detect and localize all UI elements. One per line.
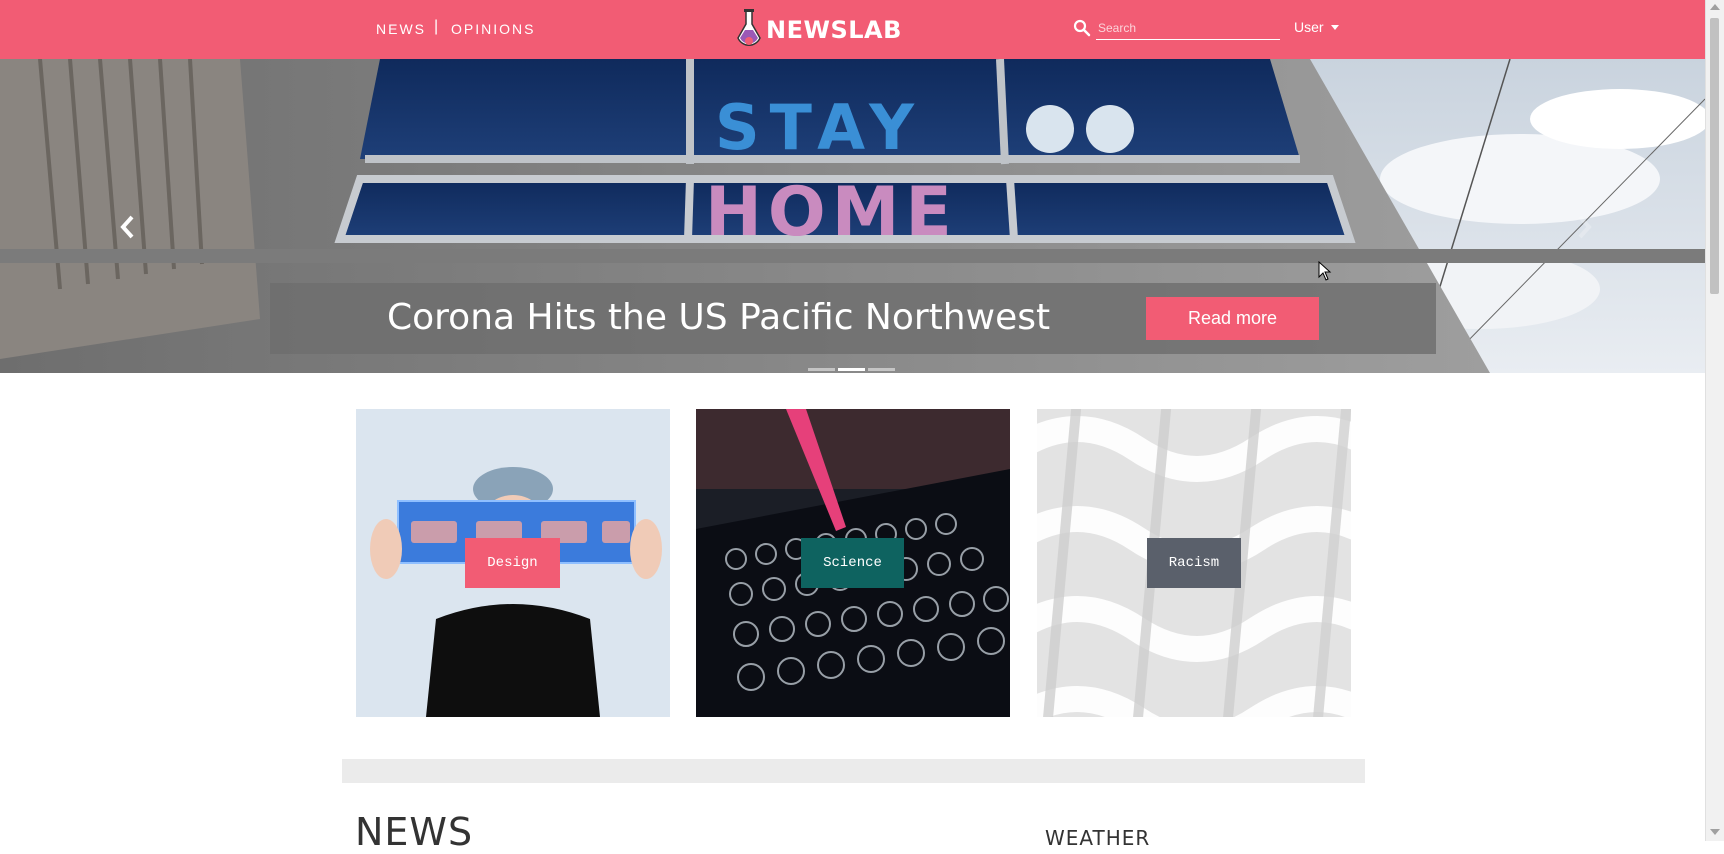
- scroll-up-icon[interactable]: [1710, 4, 1720, 10]
- user-dropdown[interactable]: User: [1294, 19, 1339, 35]
- weather-section-heading: WEATHER: [1045, 826, 1151, 850]
- site-logo[interactable]: NEWSLAB: [734, 8, 902, 52]
- logo-text: NEWSLAB: [766, 16, 902, 44]
- page-scrollbar[interactable]: [1705, 0, 1724, 841]
- category-card-science[interactable]: Science: [696, 409, 1010, 717]
- chevron-left-icon[interactable]: [114, 211, 142, 243]
- carousel-indicator[interactable]: [868, 368, 895, 371]
- category-label-science: Science: [801, 538, 904, 588]
- scroll-down-icon[interactable]: [1710, 829, 1720, 835]
- news-section-heading: NEWS: [355, 810, 474, 854]
- carousel-indicators: [808, 368, 895, 371]
- category-label-racism: Racism: [1147, 538, 1241, 588]
- nav-separator: |: [434, 18, 439, 35]
- carousel-indicator[interactable]: [808, 368, 835, 371]
- racism-tag: Racism: [1168, 555, 1220, 571]
- scroll-thumb[interactable]: [1710, 18, 1719, 294]
- top-navbar: NEWS | OPINIONS NEWSLAB User: [0, 0, 1705, 59]
- flask-icon: [737, 9, 761, 46]
- mouse-cursor-icon: [1318, 261, 1332, 281]
- carousel-indicator-active[interactable]: [838, 368, 865, 371]
- read-more-button[interactable]: Read more: [1146, 297, 1319, 340]
- caret-down-icon: [1330, 24, 1339, 30]
- user-label: User: [1294, 19, 1324, 35]
- science-tag: Science: [823, 555, 882, 571]
- search-icon[interactable]: [1073, 19, 1091, 37]
- sign-stay: STAY: [715, 91, 924, 164]
- design-tag: Design: [487, 555, 538, 571]
- hero-title: Corona Hits the US Pacific Northwest: [387, 297, 1051, 338]
- chevron-right-icon[interactable]: [1570, 211, 1598, 243]
- hero-carousel: STAY HOME Corona Hits the US Pacific Nor…: [0, 59, 1705, 373]
- nav-link-opinions[interactable]: OPINIONS: [451, 21, 535, 37]
- category-card-design[interactable]: Design: [356, 409, 670, 717]
- section-divider: [342, 759, 1365, 783]
- sign-home: HOME: [705, 173, 958, 252]
- nav-link-news[interactable]: NEWS: [376, 21, 426, 37]
- category-card-racism[interactable]: Racism: [1037, 409, 1351, 717]
- hero-caption: Corona Hits the US Pacific Northwest Rea…: [270, 283, 1436, 354]
- category-label-design: Design: [465, 538, 560, 588]
- search-input[interactable]: [1096, 16, 1280, 40]
